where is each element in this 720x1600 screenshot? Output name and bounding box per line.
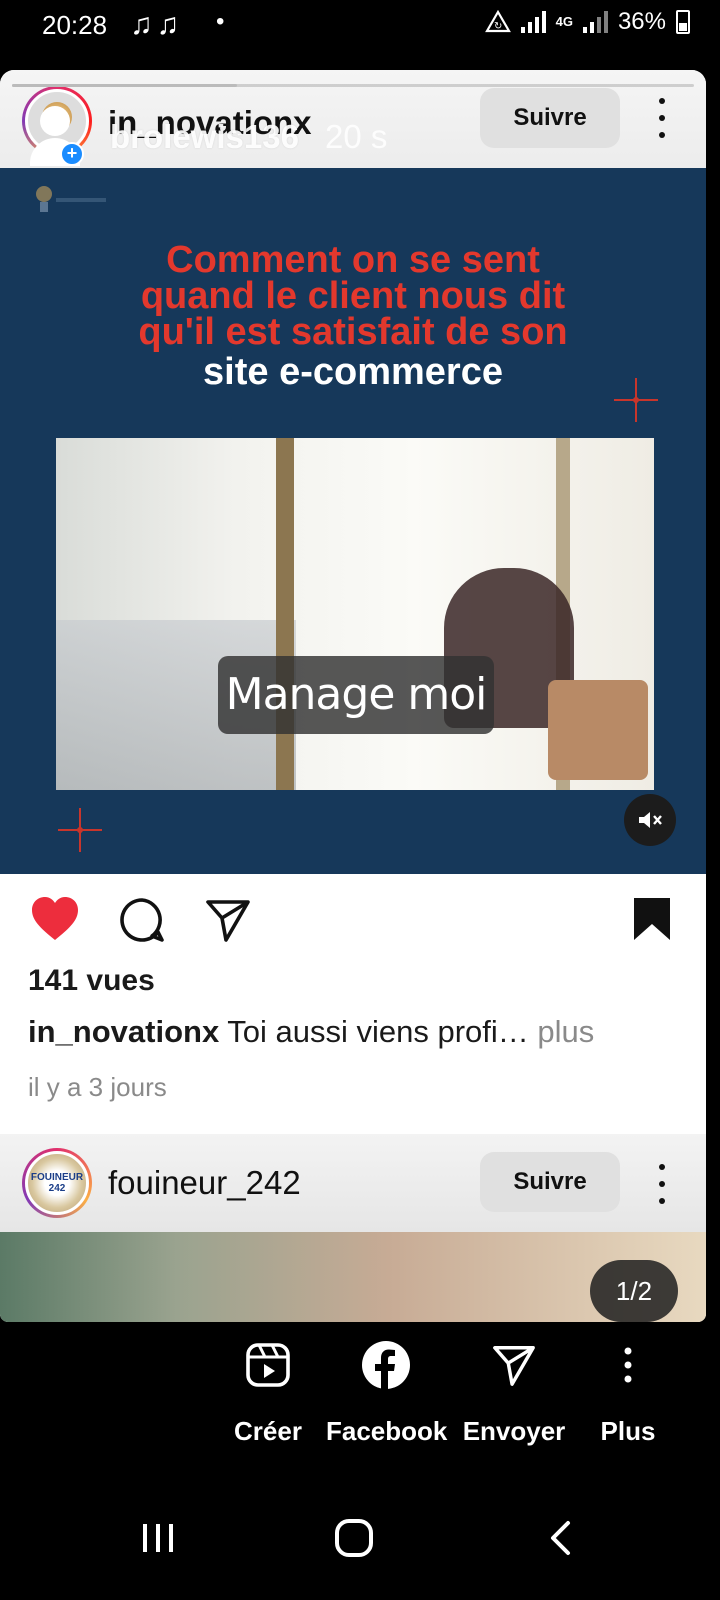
follow-button[interactable]: Suivre (480, 88, 620, 148)
comment-icon[interactable] (118, 896, 166, 944)
next-account-username[interactable]: fouineur_242 (108, 1164, 301, 1202)
like-icon[interactable] (30, 896, 80, 942)
music-notification-icon: ♫♫ (130, 8, 183, 41)
signal-icon (520, 11, 546, 33)
battery-percent: 36% (617, 8, 666, 35)
headline-line-2: quand le client nous dit (140, 275, 566, 317)
home-icon[interactable] (314, 1498, 394, 1578)
share-sheet: Créer Facebook Envoyer Plus (0, 1322, 720, 1452)
view-count: 141 vues (28, 964, 155, 997)
caption-text: Toi aussi viens profi… (219, 1014, 538, 1049)
share-send[interactable]: Envoyer (454, 1322, 574, 1447)
post-actions (0, 874, 706, 974)
system-indicators: ↻ 4G 36% (484, 8, 690, 36)
headline-line-3: qu'il est satisfait de son (138, 311, 568, 353)
facebook-icon (362, 1341, 410, 1389)
caption-more-link[interactable]: plus (537, 1014, 594, 1049)
reels-icon (246, 1343, 290, 1387)
back-icon[interactable] (520, 1498, 600, 1578)
signal-icon-2 (582, 11, 608, 33)
headline: Comment on se sent quand le client nous … (0, 239, 706, 393)
add-story-icon[interactable]: + (60, 142, 84, 166)
network-type: 4G (555, 14, 573, 29)
more-notifications-dot: • (216, 8, 225, 35)
next-more-options-icon[interactable] (654, 1164, 670, 1204)
caption-username[interactable]: in_novationx (28, 1014, 219, 1049)
mute-icon[interactable] (624, 794, 676, 846)
next-follow-button[interactable]: Suivre (480, 1152, 620, 1212)
svg-text:↻: ↻ (494, 21, 502, 32)
post-caption[interactable]: in_novationx Toi aussi viens profi… plus (28, 1014, 594, 1050)
headline-line-1: Comment on se sent (166, 239, 540, 281)
sparkle-icon-2 (58, 808, 102, 852)
story-progress-bar (12, 84, 694, 87)
system-navigation-bar (0, 1470, 720, 1600)
next-post-header: FOUINEUR 242 fouineur_242 Suivre (0, 1134, 706, 1232)
share-icon[interactable] (204, 896, 252, 944)
celebration-photo (56, 438, 654, 790)
recent-apps-icon[interactable] (118, 1498, 198, 1578)
data-saver-icon: ↻ (484, 10, 511, 33)
story-username[interactable]: brolewis136 (110, 118, 299, 156)
sparkle-icon (614, 378, 658, 422)
status-bar: 20:28 ♫♫ • ↻ 4G 36% (0, 0, 720, 50)
battery-icon (676, 10, 690, 34)
brand-logo-icon (36, 186, 106, 212)
more-vertical-icon (624, 1347, 632, 1383)
next-account-avatar[interactable]: FOUINEUR 242 (22, 1148, 92, 1218)
share-create[interactable]: Créer (208, 1322, 328, 1447)
bookmark-icon[interactable] (632, 896, 672, 942)
post-time-ago: il y a 3 jours (28, 1072, 167, 1102)
headline-line-4: site e-commerce (203, 351, 503, 393)
more-options-icon[interactable] (654, 98, 670, 138)
send-icon (493, 1346, 535, 1386)
share-more[interactable]: Plus (568, 1322, 688, 1447)
clock: 20:28 (42, 10, 108, 40)
story-timestamp: 20 s (325, 118, 388, 155)
video-caption: Manage moi (218, 656, 494, 734)
story-card: + in_novationx brolewis136 20 s Suivre C… (0, 70, 706, 1322)
post-media[interactable]: Comment on se sent quand le client nous … (0, 168, 706, 874)
carousel-pager: 1/2 (590, 1260, 678, 1322)
share-facebook[interactable]: Facebook (326, 1322, 447, 1447)
